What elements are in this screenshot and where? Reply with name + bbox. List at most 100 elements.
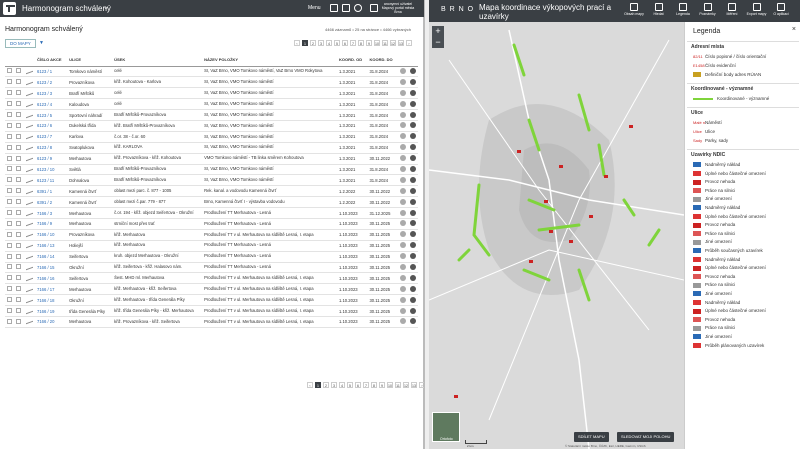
row-download-cell[interactable]	[408, 142, 418, 154]
zoom-out-button[interactable]: −	[432, 37, 444, 48]
row-checkbox-cell[interactable]	[5, 240, 14, 252]
row-view-cell[interactable]	[398, 120, 408, 132]
trend-icon[interactable]	[26, 165, 33, 173]
table-cell[interactable]: 7166 / 18	[35, 294, 68, 307]
action-number-link[interactable]: 6123 / 1	[37, 69, 52, 74]
table-row[interactable]: 6123 / 9 Merhautova křiž. Provazníkova - k…	[5, 153, 418, 165]
row-detail-cell[interactable]	[14, 207, 24, 219]
row-checkbox-cell[interactable]	[5, 272, 14, 285]
row-download-cell[interactable]	[408, 305, 418, 317]
row-detail-cell[interactable]	[14, 164, 24, 176]
view-icon[interactable]	[400, 318, 406, 325]
table-row[interactable]: 7166 / 15 Okružní křiž. Seifertova - křiž.…	[5, 262, 418, 274]
action-number-link[interactable]: 7166 / 13	[37, 243, 54, 248]
view-icon[interactable]	[400, 231, 406, 238]
trend-icon[interactable]	[26, 231, 33, 238]
row-view-cell[interactable]	[398, 240, 408, 252]
row-checkbox-cell[interactable]	[5, 218, 14, 230]
row-view-cell[interactable]	[398, 185, 408, 198]
action-number-link[interactable]: 6391 / 1	[37, 189, 52, 194]
row-detail-cell[interactable]	[14, 294, 24, 307]
download-icon[interactable]	[410, 231, 416, 238]
user-label[interactable]: anonymní uživatel Mapový portál města Br…	[380, 2, 416, 14]
row-checkbox[interactable]	[7, 231, 12, 237]
pager-prev-icon[interactable]: ‹	[307, 382, 313, 388]
view-icon[interactable]	[400, 263, 406, 270]
download-icon[interactable]	[410, 155, 416, 162]
download-icon[interactable]	[410, 187, 416, 194]
row-detail-cell[interactable]	[14, 272, 24, 285]
brno-logo-icon[interactable]	[3, 2, 16, 15]
row-detail-cell[interactable]	[14, 283, 24, 296]
row-checkbox-cell[interactable]	[5, 207, 14, 219]
table-cell[interactable]: 7166 / 20	[35, 316, 68, 328]
download-icon[interactable]	[410, 220, 416, 227]
row-checkbox-cell[interactable]	[5, 87, 14, 100]
row-checkbox[interactable]	[7, 242, 12, 248]
column-header[interactable]: ÚSEK	[112, 54, 203, 67]
row-checkbox[interactable]	[7, 133, 12, 139]
row-checkbox-cell[interactable]	[5, 262, 14, 274]
table-row[interactable]: 7166 / 9 Merhautova strniční most přes tra…	[5, 218, 418, 230]
page-number[interactable]: 10	[374, 40, 380, 46]
row-checkbox[interactable]	[7, 220, 12, 226]
row-detail-icon[interactable]	[16, 101, 21, 107]
download-icon[interactable]	[410, 274, 416, 281]
row-checkbox[interactable]	[7, 188, 12, 194]
row-checkbox-cell[interactable]	[5, 305, 14, 317]
column-header[interactable]: KOORD. OD	[336, 54, 368, 67]
download-icon[interactable]	[410, 285, 416, 292]
table-cell[interactable]: 6123 / 9	[35, 153, 68, 165]
filter-dropdown-icon[interactable]: ▼	[39, 40, 44, 46]
trend-icon[interactable]	[26, 318, 33, 325]
row-checkbox[interactable]	[7, 199, 12, 205]
action-number-link[interactable]: 6391 / 2	[37, 200, 52, 205]
table-row[interactable]: 7166 / 19 třída Generála Píky křiž. třída …	[5, 305, 418, 317]
row-download-cell[interactable]	[408, 283, 418, 296]
trend-icon[interactable]	[26, 296, 33, 303]
row-view-cell[interactable]	[398, 272, 408, 285]
action-number-link[interactable]: 6123 / 2	[37, 80, 52, 85]
table-cell[interactable]: 6123 / 7	[35, 131, 68, 143]
table-row[interactable]: 6123 / 3 Bratří Mrštíků celé SI, VaZ Brno, …	[5, 87, 418, 100]
row-view-cell[interactable]	[398, 196, 408, 209]
row-checkbox[interactable]	[7, 177, 12, 183]
row-view-cell[interactable]	[398, 251, 408, 263]
row-download-cell[interactable]	[408, 251, 418, 263]
row-download-cell[interactable]	[408, 66, 418, 78]
row-checkbox[interactable]	[7, 308, 12, 314]
row-view-cell[interactable]	[398, 305, 408, 317]
map-tool-layers[interactable]: Obsah mapy	[622, 3, 646, 16]
download-icon[interactable]	[410, 165, 416, 172]
table-row[interactable]: 7166 / 17 Merhautova křiž. Merhautova - kř…	[5, 283, 418, 296]
table-row[interactable]: 6123 / 11 Dohnalova Bratří Mrštíků-Provazn…	[5, 174, 418, 187]
trend-icon[interactable]	[26, 263, 33, 271]
page-number[interactable]: 11	[382, 40, 388, 46]
download-icon[interactable]	[410, 78, 416, 85]
table-row[interactable]: 7166 / 20 Merhautova křiž. Provazníkova - …	[5, 316, 418, 328]
row-download-cell[interactable]	[408, 196, 418, 209]
table-cell[interactable]: 6123 / 2	[35, 76, 68, 89]
view-icon[interactable]	[400, 133, 406, 140]
row-checkbox[interactable]	[7, 166, 12, 172]
page-number[interactable]: 6	[355, 382, 361, 388]
row-detail-icon[interactable]	[16, 68, 21, 74]
row-checkbox[interactable]	[7, 112, 12, 117]
row-download-cell[interactable]	[408, 229, 418, 241]
row-detail-cell[interactable]	[14, 185, 24, 198]
row-checkbox[interactable]	[7, 297, 12, 303]
table-row[interactable]: 7166 / 10 Provazníkova křiž. Merhautova Pro…	[5, 229, 418, 241]
row-detail-cell[interactable]	[14, 76, 24, 89]
page-number[interactable]: 2	[323, 382, 329, 388]
table-cell[interactable]: 7166 / 16	[35, 272, 68, 285]
row-download-cell[interactable]	[408, 164, 418, 176]
row-detail-icon[interactable]	[16, 166, 21, 172]
action-number-link[interactable]: 6123 / 10	[37, 167, 54, 172]
download-icon[interactable]	[410, 318, 416, 325]
row-checkbox-cell[interactable]	[5, 316, 14, 328]
row-detail-icon[interactable]	[16, 242, 21, 248]
page-number[interactable]: 12	[403, 382, 409, 388]
map-tool-legend[interactable]: Legenda	[671, 3, 695, 16]
chevron-down-icon[interactable]: ⌄	[103, 3, 109, 11]
page-number[interactable]: 3	[318, 40, 324, 46]
